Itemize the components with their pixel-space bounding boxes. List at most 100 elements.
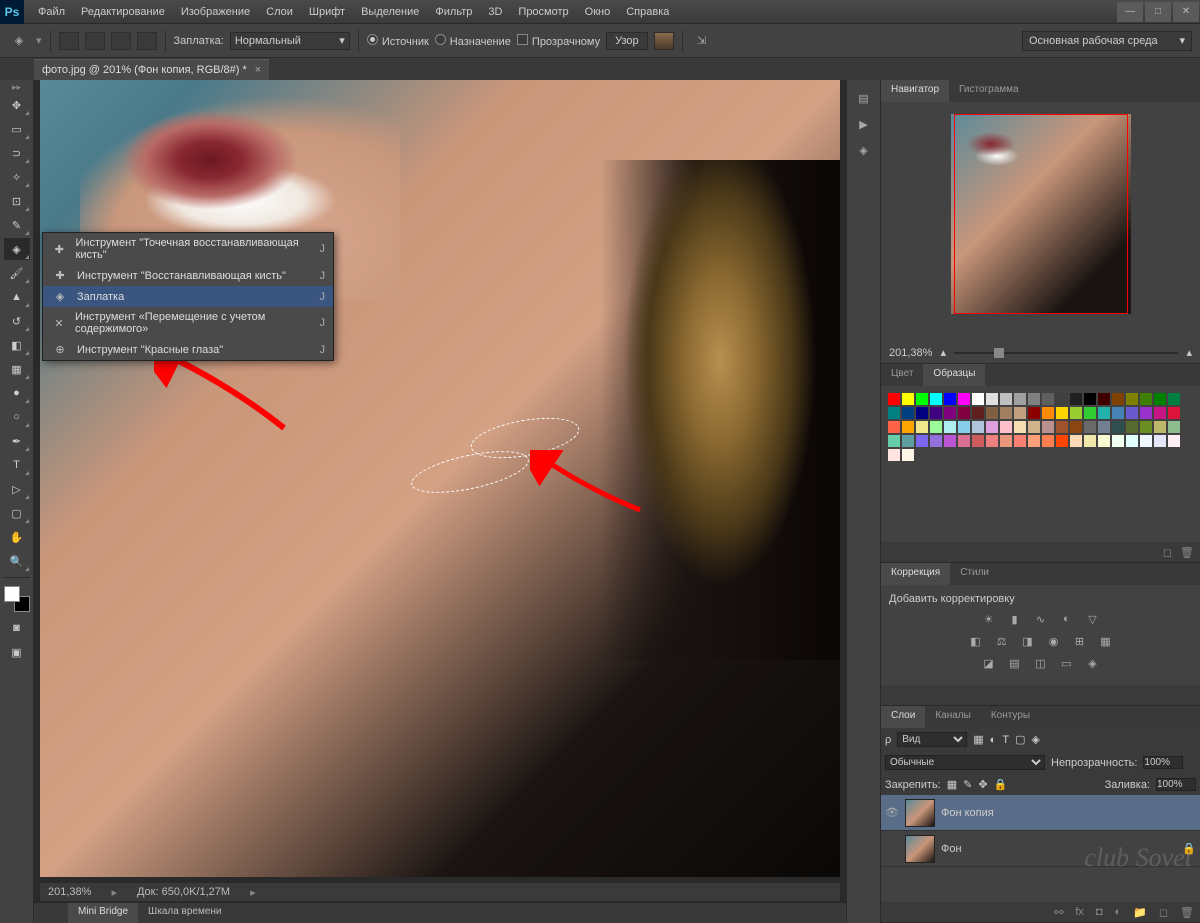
color-swatch[interactable] [1014,421,1026,433]
color-swatch[interactable] [1000,407,1012,419]
fill-input[interactable] [1156,778,1196,791]
navigator-view-rect[interactable] [954,114,1128,314]
history-panel-icon[interactable]: ▤ [851,86,877,110]
color-swatch[interactable] [1140,407,1152,419]
color-swatch[interactable] [888,421,900,433]
layer-name[interactable]: Фон копия [941,807,994,819]
fx-icon[interactable]: fx [1075,906,1084,918]
lock-all-icon[interactable]: 🔒 [994,778,1008,791]
layer-filter-select[interactable]: Вид [897,732,967,747]
move-tool[interactable]: ✥ [4,94,30,116]
color-swatch[interactable] [1056,435,1068,447]
patch-mode-select[interactable]: Нормальный▾ [230,32,350,50]
document-canvas[interactable] [40,80,840,877]
visibility-icon[interactable]: 👁 [885,806,899,819]
color-swatch[interactable] [958,393,970,405]
color-swatch[interactable] [930,421,942,433]
menu-select[interactable]: Выделение [353,2,427,22]
color-swatch[interactable] [986,393,998,405]
color-swatch[interactable] [1140,435,1152,447]
layer-name[interactable]: Фон [941,843,962,855]
selection-add-icon[interactable] [85,32,105,50]
color-swatch[interactable] [1112,435,1124,447]
color-swatch[interactable] [1098,421,1110,433]
path-select-tool[interactable]: ▷ [4,478,30,500]
menu-image[interactable]: Изображение [173,2,258,22]
color-swatch[interactable] [1028,407,1040,419]
color-swatch[interactable] [1154,421,1166,433]
maximize-button[interactable]: □ [1145,2,1171,22]
color-swatch[interactable] [1084,435,1096,447]
color-swatch[interactable] [958,407,970,419]
color-swatch[interactable] [1028,421,1040,433]
filter-type-icon[interactable]: T [1002,734,1009,746]
color-swatch[interactable] [1070,421,1082,433]
color-swatch[interactable] [916,407,928,419]
delete-swatch-icon[interactable]: 🗑 [1180,546,1194,559]
threshold-icon[interactable]: ◫ [1031,655,1051,671]
invert-icon[interactable]: ◪ [979,655,999,671]
flyout-item[interactable]: ◈ЗаплаткаJ [43,286,333,307]
healing-brush-tool[interactable]: ◈ [4,238,30,260]
photo-filter-icon[interactable]: ◉ [1044,633,1064,649]
tab-histogram[interactable]: Гистограмма [949,80,1029,102]
menu-help[interactable]: Справка [618,2,677,22]
menu-edit[interactable]: Редактирование [73,2,173,22]
clone-stamp-tool[interactable]: ▲ [4,286,30,308]
color-swatch[interactable] [1168,435,1180,447]
zoom-in-icon[interactable]: ▴ [1186,346,1192,359]
marquee-tool[interactable]: ▭ [4,118,30,140]
color-swatch[interactable] [986,407,998,419]
zoom-slider[interactable] [954,352,1179,354]
new-layer-icon[interactable]: ◻ [1159,906,1168,919]
menu-view[interactable]: Просмотр [510,2,576,22]
link-icon[interactable]: ⚯ [1054,906,1063,919]
color-swatch[interactable] [1056,407,1068,419]
lock-pos-icon[interactable]: ✥ [978,778,987,791]
selective-icon[interactable]: ◈ [1083,655,1103,671]
zoom-level[interactable]: 201,38% [48,886,91,898]
color-swatch[interactable] [902,421,914,433]
menu-type[interactable]: Шрифт [301,2,353,22]
gradient-map-icon[interactable]: ▭ [1057,655,1077,671]
magic-wand-tool[interactable]: ✧ [4,166,30,188]
minimize-button[interactable]: — [1117,2,1143,22]
color-swatch[interactable] [1084,407,1096,419]
color-swatch[interactable] [958,435,970,447]
color-swatch[interactable] [1000,393,1012,405]
color-swatch[interactable] [1042,407,1054,419]
selection-subtract-icon[interactable] [111,32,131,50]
color-swatch[interactable] [888,435,900,447]
color-swatch[interactable] [902,393,914,405]
color-swatch[interactable] [1084,393,1096,405]
color-swatch[interactable] [1056,421,1068,433]
lasso-tool[interactable]: ⊃ [4,142,30,164]
type-tool[interactable]: T [4,454,30,476]
color-swatch[interactable] [972,393,984,405]
color-swatch[interactable] [1154,435,1166,447]
color-swatch[interactable] [1098,393,1110,405]
tab-channels[interactable]: Каналы [925,706,981,728]
history-brush-tool[interactable]: ↺ [4,310,30,332]
hand-tool[interactable]: ✋ [4,526,30,548]
eyedropper-tool[interactable]: ✎ [4,214,30,236]
delete-layer-icon[interactable]: 🗑 [1180,906,1194,919]
pen-tool[interactable]: ✒ [4,430,30,452]
quickmask-tool[interactable]: ◙ [4,617,30,639]
opacity-input[interactable] [1143,756,1183,769]
tab-mini-bridge[interactable]: Mini Bridge [68,903,138,923]
color-swatch[interactable] [1042,421,1054,433]
color-swatch[interactable] [888,449,900,461]
color-swatch[interactable] [1168,407,1180,419]
brush-tool[interactable]: 🖌 [4,262,30,284]
actions-panel-icon[interactable]: ▶ [851,112,877,136]
layer-thumbnail[interactable] [905,799,935,827]
color-swatch[interactable] [930,435,942,447]
pattern-button[interactable]: Узор [606,32,648,50]
color-swatch[interactable] [1000,435,1012,447]
group-icon[interactable]: 📁 [1133,906,1147,919]
menu-window[interactable]: Окно [577,2,619,22]
bw-icon[interactable]: ◨ [1018,633,1038,649]
filter-pixel-icon[interactable]: ▦ [973,733,983,746]
tab-paths[interactable]: Контуры [981,706,1040,728]
